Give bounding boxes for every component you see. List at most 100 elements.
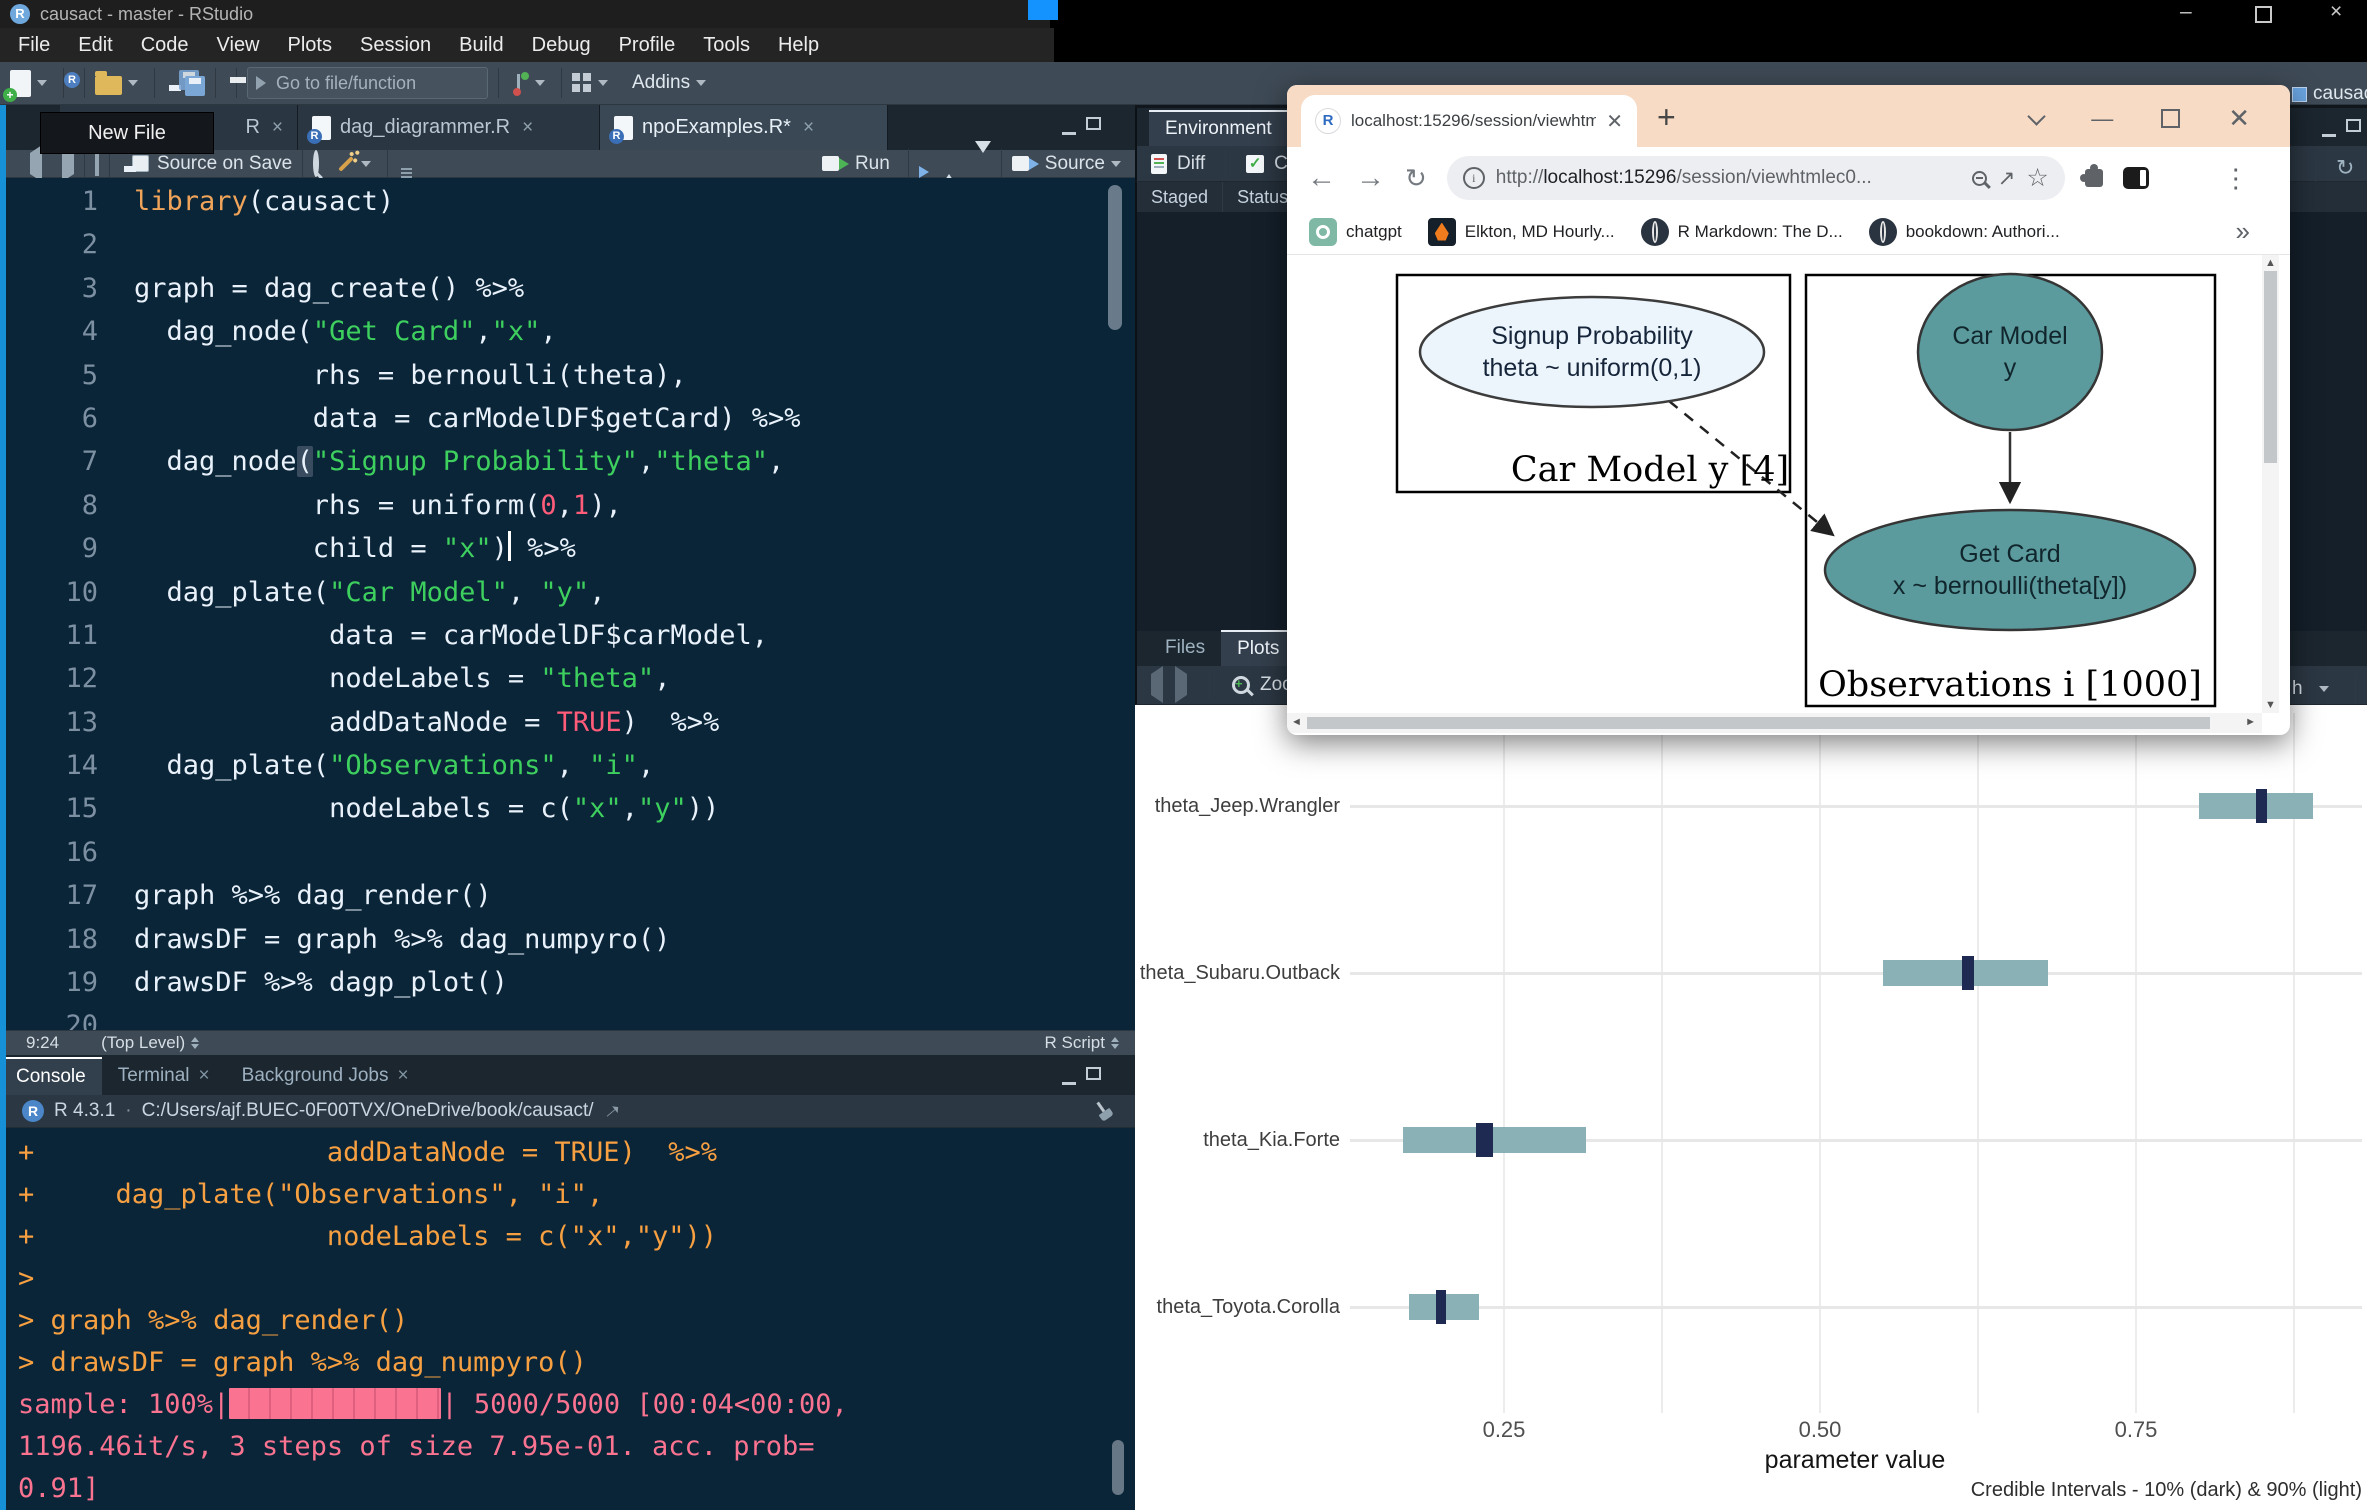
env-pane-minimize[interactable] — [2322, 124, 2336, 142]
open-file-button[interactable] — [95, 71, 144, 95]
hscroll-thumb[interactable] — [1307, 717, 2210, 729]
tab-files[interactable]: Files — [1149, 630, 1221, 666]
file-type-selector[interactable]: R Script — [1045, 1033, 1119, 1053]
menu-file[interactable]: File — [4, 28, 64, 62]
run-previous-chunk-button[interactable] — [941, 153, 957, 175]
close-tab-icon[interactable]: × — [803, 117, 814, 139]
menu-tools[interactable]: Tools — [689, 28, 764, 62]
console-tab-console[interactable]: Console — [0, 1057, 102, 1095]
browser-horizontal-scrollbar[interactable]: ◄ ► — [1287, 713, 2262, 733]
address-bar[interactable]: i http://localhost:15296/session/viewhtm… — [1447, 156, 2065, 200]
tab-environment[interactable]: Environment — [1149, 110, 1288, 146]
menu-build[interactable]: Build — [445, 28, 517, 62]
working-directory[interactable]: C:/Users/ajf.BUEC-0F00TVX/OneDrive/book/… — [142, 1100, 594, 1122]
goto-file-box[interactable] — [247, 67, 488, 99]
tab-plots[interactable]: Plots — [1221, 630, 1295, 666]
goto-file-input[interactable] — [274, 72, 448, 95]
menu-help[interactable]: Help — [764, 28, 833, 62]
addins-dropdown[interactable]: Addins — [628, 72, 712, 94]
staged-column-header[interactable]: Staged — [1151, 187, 1208, 208]
plot-forward-button[interactable] — [1175, 674, 1187, 696]
profile-avatar[interactable] — [2169, 161, 2203, 195]
scope-selector[interactable]: (Top Level) — [101, 1033, 199, 1053]
plot-back-button[interactable] — [1151, 674, 1163, 696]
extensions-icon[interactable] — [2085, 169, 2103, 187]
source-button[interactable]: Source — [1012, 153, 1127, 175]
console-scrollbar[interactable] — [1112, 1440, 1124, 1495]
editor-pane-maximize[interactable] — [1086, 117, 1101, 135]
share-icon[interactable]: ↗ — [1998, 166, 2016, 191]
site-info-icon[interactable]: i — [1463, 167, 1485, 189]
close-tab-icon[interactable]: × — [397, 1065, 408, 1087]
menu-profile[interactable]: Profile — [605, 28, 690, 62]
plot-refresh-button[interactable]: h↻ — [2292, 674, 2367, 704]
editor-pane-minimize[interactable] — [1062, 122, 1076, 140]
close-tab-icon[interactable]: × — [522, 117, 533, 139]
run-next-chunk-button[interactable] — [975, 153, 991, 175]
menu-session[interactable]: Session — [346, 28, 445, 62]
scroll-left-icon[interactable]: ◄ — [1291, 716, 1302, 728]
browser-back-button[interactable]: ← — [1307, 162, 1336, 195]
console-tab-terminal[interactable]: Terminal× — [102, 1057, 226, 1095]
find-button[interactable] — [313, 153, 319, 175]
tab-search-chevron-icon[interactable] — [2028, 107, 2046, 125]
editor-tab-dag-diagrammer-r[interactable]: Rdag_diagrammer.R× — [298, 105, 600, 150]
console-pane-minimize[interactable] — [1062, 1072, 1076, 1090]
new-file-button[interactable]: + — [10, 70, 53, 97]
new-tab-button[interactable]: + — [1657, 101, 1676, 133]
bookmarks-overflow[interactable]: » — [2236, 216, 2250, 247]
vscroll-thumb[interactable] — [2264, 271, 2277, 463]
project-menu[interactable]: causact — [2292, 83, 2367, 105]
run-button[interactable]: Run — [822, 153, 890, 175]
bookmark-elkton-md-hourly[interactable]: Elkton, MD Hourly... — [1428, 218, 1615, 246]
menu-plots[interactable]: Plots — [274, 28, 346, 62]
diff-button[interactable]: Diff — [1177, 153, 1205, 175]
env-pane-maximize[interactable] — [2346, 119, 2361, 137]
clear-console-icon[interactable] — [1089, 1097, 1117, 1125]
browser-forward-button[interactable]: → — [1356, 162, 1385, 195]
nav-back-button[interactable] — [30, 153, 42, 175]
browser-vertical-scrollbar[interactable]: ▲ ▼ — [2262, 255, 2279, 713]
close-tab-icon[interactable]: × — [199, 1065, 210, 1087]
status-column-header[interactable]: Status — [1237, 187, 1288, 208]
browser-minimize-button[interactable]: — — [2091, 106, 2113, 132]
scroll-up-icon[interactable]: ▲ — [2262, 257, 2279, 269]
goto-directory-icon[interactable]: ➝ — [597, 1096, 626, 1126]
zoom-out-icon[interactable] — [1972, 171, 1987, 186]
nav-forward-button[interactable] — [62, 153, 74, 175]
maximize-button[interactable] — [2255, 6, 2272, 28]
editor-scrollbar[interactable] — [1108, 185, 1122, 330]
editor-tab-npoexamples-r[interactable]: RnpoExamples.R*× — [600, 105, 888, 150]
side-panel-icon[interactable] — [2123, 167, 2149, 189]
git-refresh-button[interactable]: ↻ — [2305, 153, 2367, 183]
url-text[interactable]: http://localhost:15296/session/viewhtmle… — [1496, 167, 1961, 189]
close-tab-icon[interactable]: ✕ — [1606, 109, 1623, 134]
console-output[interactable]: + addDataNode = TRUE) %>%+ dag_plate("Ob… — [0, 1128, 1135, 1510]
menu-view[interactable]: View — [203, 28, 274, 62]
minimize-button[interactable]: – — [2180, 0, 2192, 24]
bookmark-chatgpt[interactable]: chatgpt — [1309, 218, 1402, 246]
browser-maximize-button[interactable] — [2161, 109, 2180, 128]
close-button[interactable]: × — [2330, 0, 2342, 24]
open-in-new-window-button[interactable] — [95, 153, 99, 175]
scroll-down-icon[interactable]: ▼ — [2262, 699, 2279, 711]
browser-tab[interactable]: R localhost:15296/session/viewhtm ✕ — [1301, 95, 1637, 147]
console-tab-background-jobs[interactable]: Background Jobs× — [226, 1057, 425, 1095]
bookmark-bookdown-authori[interactable]: bookdown: Authori... — [1869, 218, 2060, 246]
bookmark-star-icon[interactable]: ☆ — [2026, 163, 2048, 193]
save-all-button[interactable] — [179, 70, 205, 96]
menu-edit[interactable]: Edit — [64, 28, 126, 62]
workspace-panes-button[interactable] — [572, 73, 614, 93]
menu-debug[interactable]: Debug — [518, 28, 605, 62]
menu-code[interactable]: Code — [127, 28, 203, 62]
scroll-right-icon[interactable]: ► — [2245, 716, 2256, 728]
code-editor[interactable]: 1library(causact)23graph = dag_create() … — [0, 178, 1135, 1030]
bookmark-r-markdown-the-d[interactable]: R Markdown: The D... — [1641, 218, 1843, 246]
browser-reload-button[interactable]: ↻ — [1405, 163, 1427, 194]
browser-close-button[interactable]: ✕ — [2228, 103, 2250, 134]
browser-menu-icon[interactable]: ⋮ — [2223, 163, 2249, 194]
version-control-button[interactable] — [509, 72, 551, 94]
close-tab-icon[interactable]: × — [272, 117, 283, 139]
code-tools-button[interactable] — [337, 161, 377, 167]
console-pane-maximize[interactable] — [1086, 1067, 1101, 1085]
